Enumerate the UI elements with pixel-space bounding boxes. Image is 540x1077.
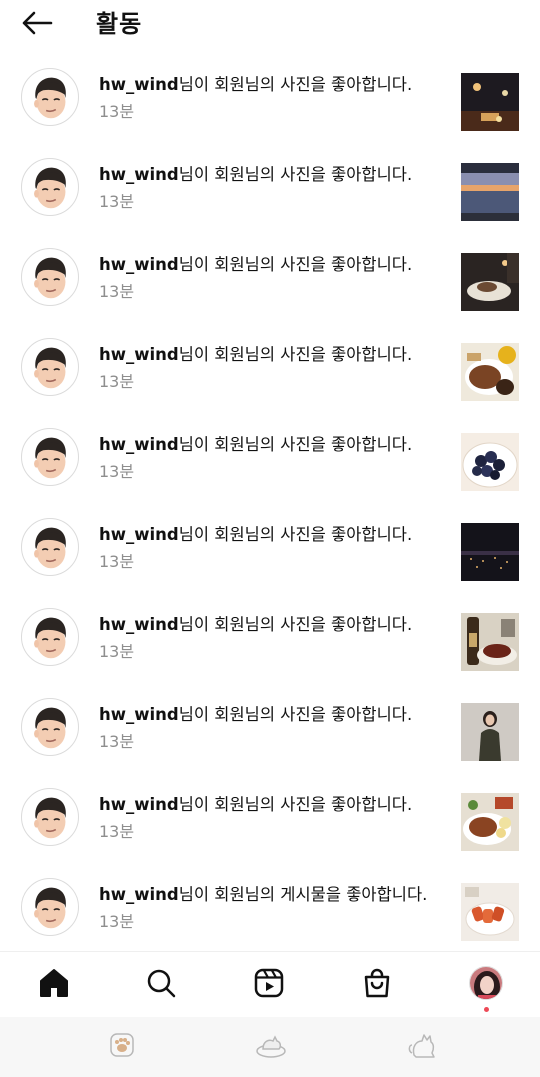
username[interactable]: hw_wind <box>99 705 179 724</box>
timestamp: 13분 <box>99 282 135 301</box>
back-arrow-icon[interactable] <box>20 6 54 40</box>
post-thumbnail[interactable] <box>461 253 519 311</box>
username[interactable]: hw_wind <box>99 435 179 454</box>
post-thumbnail[interactable] <box>461 793 519 851</box>
activity-text: hw_wind님이 회원님의 사진을 좋아합니다. <box>99 525 413 544</box>
top-bar: 활동 <box>0 0 540 46</box>
post-thumbnail[interactable] <box>461 433 519 491</box>
reels-icon[interactable] <box>252 966 286 1000</box>
profile-photo <box>469 966 503 1000</box>
username[interactable]: hw_wind <box>99 525 179 544</box>
activity-item[interactable]: hw_wind님이 회원님의 사진을 좋아합니다. 13분 <box>0 236 540 326</box>
username[interactable]: hw_wind <box>99 615 179 634</box>
post-thumbnail[interactable] <box>461 523 519 581</box>
activity-text: hw_wind님이 회원님의 사진을 좋아합니다. <box>99 75 413 94</box>
username[interactable]: hw_wind <box>99 75 179 94</box>
user-avatar[interactable] <box>21 338 79 396</box>
user-avatar[interactable] <box>21 698 79 756</box>
user-avatar[interactable] <box>21 518 79 576</box>
user-avatar[interactable] <box>21 248 79 306</box>
user-avatar[interactable] <box>21 608 79 666</box>
timestamp: 13분 <box>99 462 135 481</box>
activity-item[interactable]: hw_wind님이 회원님의 게시물을 좋아합니다. 13분 <box>0 866 540 956</box>
search-icon[interactable] <box>144 966 178 1000</box>
user-avatar[interactable] <box>21 788 79 846</box>
username[interactable]: hw_wind <box>99 165 179 184</box>
activity-text: hw_wind님이 회원님의 사진을 좋아합니다. <box>99 795 413 814</box>
activity-item[interactable]: hw_wind님이 회원님의 사진을 좋아합니다. 13분 <box>0 506 540 596</box>
post-thumbnail[interactable] <box>461 73 519 131</box>
page-title: 활동 <box>96 10 143 38</box>
timestamp: 13분 <box>99 192 135 211</box>
activity-item[interactable]: hw_wind님이 회원님의 사진을 좋아합니다. 13분 <box>0 326 540 416</box>
notification-dot <box>484 1007 489 1012</box>
post-thumbnail[interactable] <box>461 613 519 671</box>
shop-icon[interactable] <box>360 966 394 1000</box>
user-avatar[interactable] <box>21 428 79 486</box>
timestamp: 13분 <box>99 732 135 751</box>
profile-avatar[interactable] <box>469 966 503 1000</box>
username[interactable]: hw_wind <box>99 255 179 274</box>
timestamp: 13분 <box>99 552 135 571</box>
bottom-nav <box>0 951 540 1017</box>
post-thumbnail[interactable] <box>461 703 519 761</box>
timestamp: 13분 <box>99 912 135 931</box>
user-avatar[interactable] <box>21 878 79 936</box>
post-thumbnail[interactable] <box>461 343 519 401</box>
timestamp: 13분 <box>99 102 135 121</box>
user-avatar[interactable] <box>21 158 79 216</box>
activity-list: hw_wind님이 회원님의 사진을 좋아합니다. 13분 hw_wind님이 … <box>0 56 540 956</box>
activity-text: hw_wind님이 회원님의 게시물을 좋아합니다. <box>99 885 428 904</box>
timestamp: 13분 <box>99 372 135 391</box>
username[interactable]: hw_wind <box>99 795 179 814</box>
home-icon[interactable] <box>37 966 71 1000</box>
username[interactable]: hw_wind <box>99 885 179 904</box>
paw-icon[interactable] <box>106 1029 138 1061</box>
activity-item[interactable]: hw_wind님이 회원님의 사진을 좋아합니다. 13분 <box>0 56 540 146</box>
system-nav-bar <box>0 1017 540 1077</box>
activity-item[interactable]: hw_wind님이 회원님의 사진을 좋아합니다. 13분 <box>0 416 540 506</box>
activity-text: hw_wind님이 회원님의 사진을 좋아합니다. <box>99 705 413 724</box>
cat-icon[interactable] <box>407 1029 439 1061</box>
activity-item[interactable]: hw_wind님이 회원님의 사진을 좋아합니다. 13분 <box>0 596 540 686</box>
activity-item[interactable]: hw_wind님이 회원님의 사진을 좋아합니다. 13분 <box>0 146 540 236</box>
cat-bowl-icon[interactable] <box>255 1029 287 1061</box>
activity-text: hw_wind님이 회원님의 사진을 좋아합니다. <box>99 165 413 184</box>
activity-text: hw_wind님이 회원님의 사진을 좋아합니다. <box>99 615 413 634</box>
username[interactable]: hw_wind <box>99 345 179 364</box>
timestamp: 13분 <box>99 642 135 661</box>
activity-item[interactable]: hw_wind님이 회원님의 사진을 좋아합니다. 13분 <box>0 776 540 866</box>
activity-text: hw_wind님이 회원님의 사진을 좋아합니다. <box>99 255 413 274</box>
activity-text: hw_wind님이 회원님의 사진을 좋아합니다. <box>99 435 413 454</box>
timestamp: 13분 <box>99 822 135 841</box>
activity-item[interactable]: hw_wind님이 회원님의 사진을 좋아합니다. 13분 <box>0 686 540 776</box>
post-thumbnail[interactable] <box>461 883 519 941</box>
post-thumbnail[interactable] <box>461 163 519 221</box>
user-avatar[interactable] <box>21 68 79 126</box>
activity-text: hw_wind님이 회원님의 사진을 좋아합니다. <box>99 345 413 364</box>
